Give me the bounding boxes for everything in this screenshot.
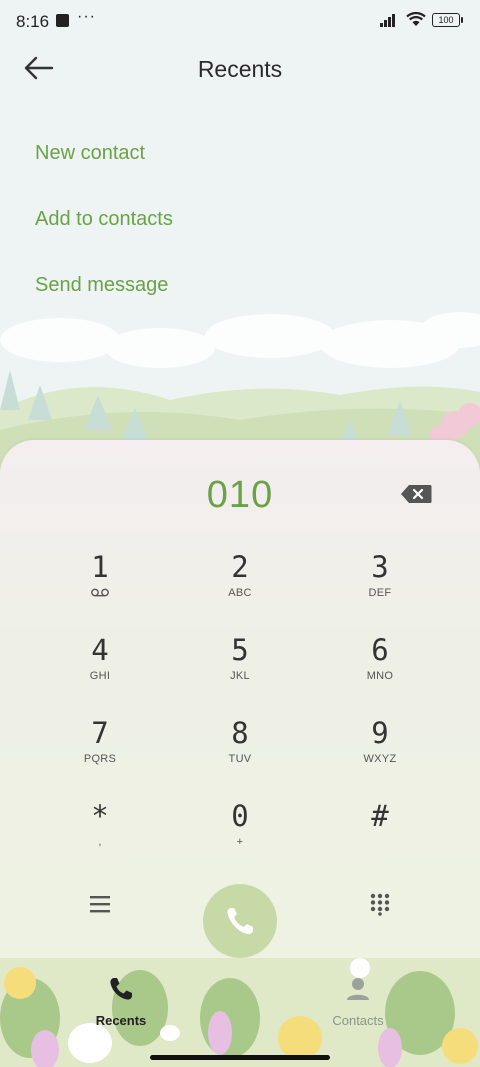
key-letters: TUV [228, 753, 252, 765]
voicemail-icon [91, 588, 109, 597]
status-icons: 100 [380, 12, 463, 27]
page-title: Recents [197, 56, 283, 82]
new-contact-link[interactable]: New contact [35, 142, 145, 165]
key-digit: * [91, 799, 109, 833]
battery-icon: 100 [432, 12, 463, 27]
key-letters: DEF [368, 587, 392, 599]
menu-icon [90, 896, 110, 913]
key-6[interactable]: 6 MNO [325, 629, 435, 699]
phone-icon [110, 978, 132, 1000]
add-to-contacts-link[interactable]: Add to contacts [35, 208, 173, 231]
key-letters: , [98, 836, 102, 848]
key-5[interactable]: 5 JKL [185, 629, 295, 699]
backspace-button[interactable] [400, 484, 432, 504]
key-digit: 0 [231, 799, 249, 833]
key-letters: MNO [366, 670, 394, 682]
key-digit: 5 [231, 633, 249, 667]
key-letters: WXYZ [363, 753, 397, 765]
tab-recents[interactable]: Recents [61, 976, 181, 1028]
key-letters: JKL [230, 670, 250, 682]
status-bar: 8:16 ··· 100 [0, 0, 480, 42]
signal-icon [380, 13, 395, 27]
key-8[interactable]: 8 TUV [185, 712, 295, 782]
dialer-panel: 010 1 2 ABC 3 DEF 4 GHI 5 JKL 6 MNO 7 PQ… [0, 440, 480, 964]
key-digit: 6 [371, 633, 389, 667]
key-4[interactable]: 4 GHI [45, 629, 155, 699]
status-time: 8:16 [16, 12, 50, 31]
backspace-icon [401, 485, 432, 503]
key-9[interactable]: 9 WXYZ [325, 712, 435, 782]
key-letters: + [236, 836, 244, 848]
key-1[interactable]: 1 [45, 546, 155, 616]
key-digit: 3 [371, 550, 389, 584]
phone-icon [227, 908, 253, 935]
dialpad-icon [370, 893, 390, 916]
person-icon [347, 978, 369, 1000]
home-indicator[interactable] [150, 1055, 330, 1060]
key-letters: ABC [228, 587, 252, 599]
tab-recents-label: Recents [95, 1013, 147, 1028]
menu-button[interactable] [88, 894, 112, 919]
key-digit: 7 [91, 716, 109, 750]
send-message-link[interactable]: Send message [35, 274, 168, 297]
key-letters: PQRS [83, 753, 117, 765]
wifi-icon [406, 12, 426, 26]
more-notifications-icon: ··· [77, 8, 96, 25]
notification-icon [56, 14, 69, 27]
key-digit: 9 [371, 716, 389, 750]
key-3[interactable]: 3 DEF [325, 546, 435, 616]
key-hash[interactable]: # [325, 795, 435, 865]
key-digit: 4 [91, 633, 109, 667]
key-7[interactable]: 7 PQRS [45, 712, 155, 782]
key-digit: # [371, 799, 389, 833]
tab-contacts[interactable]: Contacts [298, 976, 418, 1028]
key-0[interactable]: 0 + [185, 795, 295, 865]
dialpad-toggle-button[interactable] [368, 892, 392, 921]
key-2[interactable]: 2 ABC [185, 546, 295, 616]
key-digit: 8 [231, 716, 249, 750]
tab-contacts-label: Contacts [332, 1013, 384, 1028]
key-digit: 1 [91, 550, 109, 584]
key-letters: GHI [89, 670, 111, 682]
key-star[interactable]: * , [45, 795, 155, 865]
key-digit: 2 [231, 550, 249, 584]
call-button[interactable] [203, 884, 277, 958]
